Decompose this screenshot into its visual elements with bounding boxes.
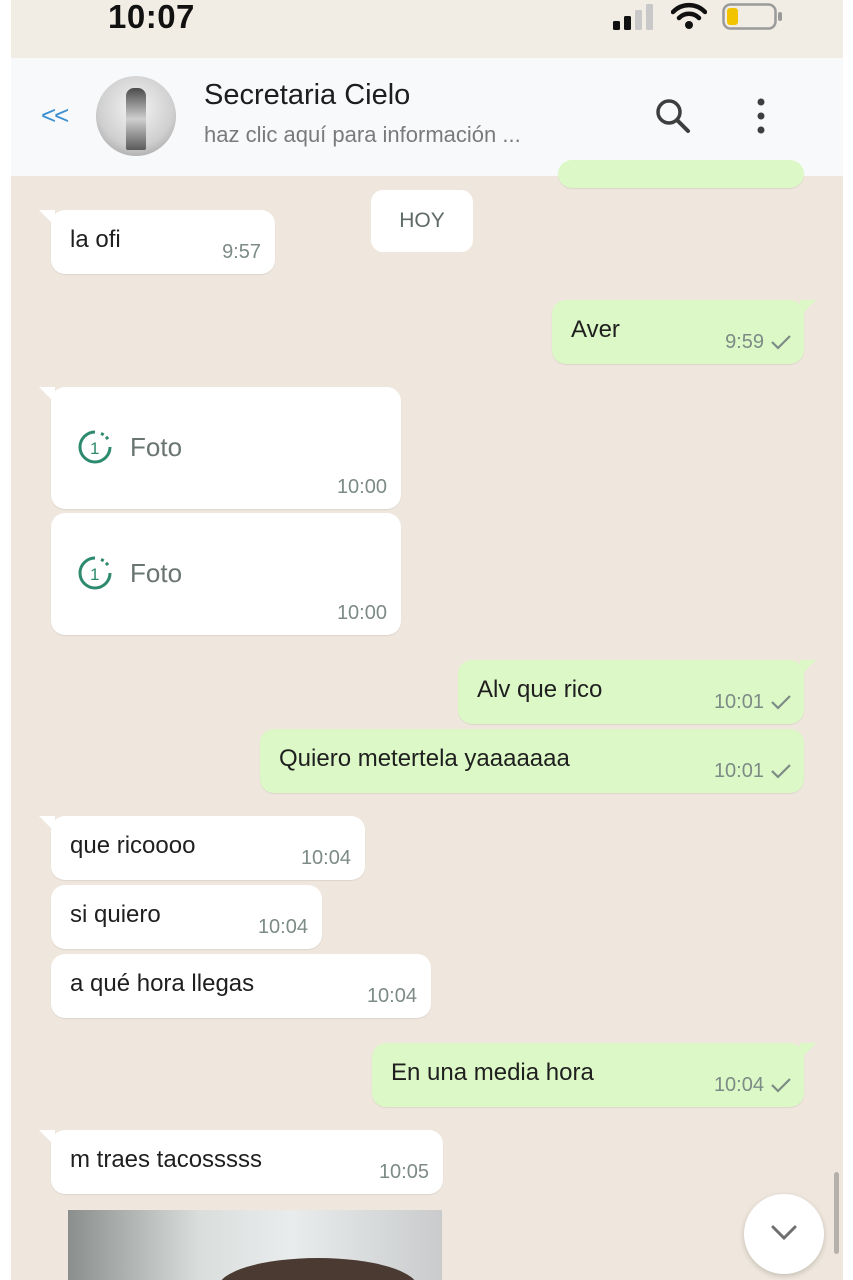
scrollbar[interactable] [834,1172,839,1254]
bubble-tail [39,387,55,403]
svg-text:1: 1 [90,565,99,584]
back-button[interactable]: << [41,100,69,131]
message-time: 10:04 [300,847,351,869]
message-outgoing[interactable]: En una media hora 10:04 [372,1043,816,1107]
photo-label: Foto [130,558,183,588]
date-separator: HOY [371,190,473,252]
battery-icon [722,3,782,30]
check-icon [771,695,791,710]
message-text: que ricoooo [70,832,196,859]
svg-text:1: 1 [90,439,99,458]
message-time: 9:59 [725,331,764,353]
message-time: 10:04 [366,985,417,1007]
message-text: la ofi [70,226,121,253]
contact-avatar[interactable] [96,76,176,156]
message-incoming[interactable]: que ricoooo 10:04 [39,816,365,880]
check-icon [771,335,791,350]
message-time: 10:04 [257,916,308,938]
message-time: 10:00 [336,602,387,624]
bubble-tail [39,1130,55,1146]
message-time: 10:05 [378,1161,429,1183]
message-time: 10:01 [713,760,764,782]
search-icon[interactable] [653,96,693,136]
message-text: a qué hora llegas [70,970,255,997]
photo-timer-icon: 1 [78,556,112,590]
chat-header: << Secretaria Cielo haz clic aquí para i… [11,58,843,176]
image-content [218,1258,418,1280]
message-text: Aver [571,316,620,343]
menu-icon[interactable] [754,96,768,136]
photo-label: Foto [130,432,183,462]
avatar-figure [126,88,146,150]
bubble-tail [800,300,816,316]
chevron-down-icon [771,1225,797,1241]
message-text: Alv que rico [477,676,603,703]
contact-info-hint[interactable]: haz clic aquí para información ... [204,122,521,148]
photo-message[interactable]: 1 Foto 10:00 [39,387,401,509]
chat-screen: 10:07 << Secretaria Cielo haz clic aquí … [11,0,843,1280]
message-outgoing[interactable]: Aver 9:59 [552,300,816,364]
message-text: En una media hora [391,1059,594,1086]
message-time: 10:00 [336,476,387,498]
wifi-icon [671,2,707,29]
status-bar: 10:07 [11,0,843,58]
message-time: 10:04 [713,1074,764,1096]
bubble-tail [39,210,55,226]
scroll-to-bottom-button[interactable] [744,1194,824,1274]
message-text: m traes tacosssss [70,1146,263,1173]
message-outgoing[interactable]: Quiero metertela yaaaaaaa 10:01 [260,729,804,793]
message-text: Quiero metertela yaaaaaaa [279,745,570,772]
check-icon [771,1078,791,1093]
signal-icon [613,4,653,30]
status-time: 10:07 [108,0,195,35]
contact-name[interactable]: Secretaria Cielo [204,79,410,112]
message-incoming[interactable]: a qué hora llegas 10:04 [51,954,431,1018]
message-incoming[interactable]: la ofi 9:57 [39,210,275,274]
previous-message-edge [558,160,804,188]
photo-timer-icon: 1 [78,430,112,464]
message-incoming[interactable]: m traes tacosssss 10:05 [39,1130,443,1194]
bubble-tail [800,660,816,676]
check-icon [771,764,791,779]
message-text: si quiero [70,901,161,928]
message-outgoing[interactable]: Alv que rico 10:01 [458,660,816,724]
bubble-tail [39,816,55,832]
message-time: 9:57 [222,241,261,263]
image-message-preview[interactable] [68,1210,442,1280]
bubble-tail [800,1043,816,1059]
message-incoming[interactable]: si quiero 10:04 [51,885,322,949]
message-time: 10:01 [713,691,764,713]
photo-message[interactable]: 1 Foto 10:00 [51,513,401,635]
